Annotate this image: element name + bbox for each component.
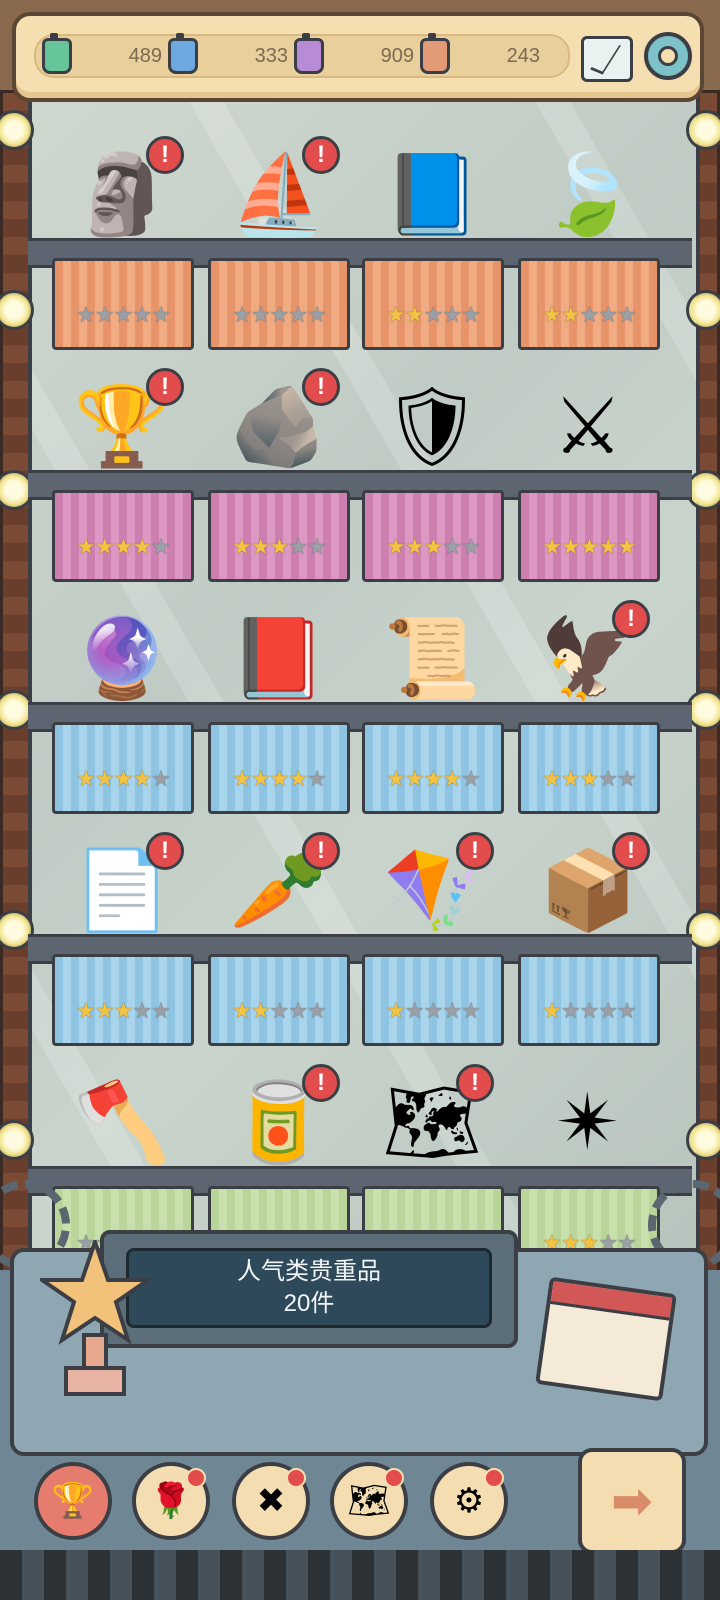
- collection-slot[interactable]: ⚔ ★★★★★: [514, 352, 664, 582]
- iron-throne-icon[interactable]: ⚔: [534, 368, 642, 484]
- collection-slot[interactable]: ✴ ★★★★★: [514, 1048, 664, 1278]
- gear-icon: ⚙: [453, 1482, 485, 1520]
- alert-badge-icon: !: [612, 832, 650, 870]
- resource-green: 489: [42, 33, 168, 76]
- resource-purple: 909: [294, 33, 420, 76]
- star-rating: ★★★★★: [232, 998, 327, 1023]
- ink-bottle-icon: [294, 33, 324, 74]
- star-rating: ★★★★★: [232, 534, 327, 559]
- star-rating: ★★★★★: [542, 998, 637, 1023]
- collection-label-board: 人气类贵重品 20件: [100, 1230, 518, 1348]
- light-bulb: [686, 1120, 720, 1160]
- collection-slot[interactable]: 🍃 ★★★★★: [514, 120, 664, 350]
- floor-bars: [0, 1550, 720, 1600]
- resource-value: 909: [380, 44, 414, 67]
- alert-badge-icon: !: [302, 136, 340, 174]
- heraldic-shield-icon[interactable]: 🛡: [378, 368, 486, 484]
- collection-slot[interactable]: 🦅 ★★★★★!: [514, 584, 664, 814]
- light-bulb: [686, 110, 720, 150]
- star-rating: ★★★★★: [232, 766, 327, 791]
- crystal-ball-icon[interactable]: 🔮: [68, 600, 176, 716]
- star-rating: ★★★★★: [386, 534, 481, 559]
- alert-badge-icon: !: [302, 1064, 340, 1102]
- resource-bar: 489 333 909 243: [12, 12, 704, 102]
- alert-badge-icon: !: [302, 832, 340, 870]
- collection-slot[interactable]: 📦 ★★★★★!: [514, 816, 664, 1046]
- alert-badge-icon: !: [146, 368, 184, 406]
- calendar-icon[interactable]: [535, 1276, 677, 1402]
- collection-slot[interactable]: 📘 ★★★★★: [358, 120, 508, 350]
- map-icon: 🗺: [347, 1482, 391, 1520]
- collection-slot[interactable]: 🔮 ★★★★★: [48, 584, 198, 814]
- alert-badge-icon: !: [456, 832, 494, 870]
- collection-count-label: 20件: [283, 1290, 335, 1317]
- star-rating: ★★★★★: [386, 302, 481, 327]
- notification-dot: [484, 1468, 504, 1488]
- alert-badge-icon: !: [456, 1064, 494, 1102]
- notification-dot: [286, 1468, 306, 1488]
- star-rating: ★★★★★: [76, 766, 171, 791]
- collection-category-label: 人气类贵重品: [237, 1258, 381, 1285]
- resource-value: 333: [254, 44, 288, 67]
- resource-value: 243: [506, 44, 540, 67]
- collection-slot[interactable]: 📜 ★★★★★: [358, 584, 508, 814]
- resource-orange: 243: [420, 33, 546, 76]
- leaf-icon[interactable]: 🍃: [534, 136, 642, 252]
- ink-bottle-icon: [42, 33, 72, 74]
- settings-gear-icon[interactable]: [644, 32, 692, 80]
- nav-button-rose[interactable]: 🌹: [132, 1462, 210, 1540]
- star-rating: ★★★★★: [76, 302, 171, 327]
- notification-dot: [384, 1468, 404, 1488]
- collection-slot[interactable]: ⛵ ★★★★★!: [204, 120, 354, 350]
- star-rating: ★★★★★: [76, 534, 171, 559]
- guillotine-icon[interactable]: 🪓: [68, 1064, 176, 1180]
- nav-button-crossed-tools[interactable]: ✖: [232, 1462, 310, 1540]
- alert-badge-icon: !: [146, 832, 184, 870]
- resource-value: 489: [128, 44, 162, 67]
- collection-slot[interactable]: 🛡 ★★★★★: [358, 352, 508, 582]
- book-eagle-icon[interactable]: 📘: [378, 136, 486, 252]
- nav-button-gear[interactable]: ⚙: [430, 1462, 508, 1540]
- star-rating: ★★★★★: [386, 998, 481, 1023]
- star-rating: ★★★★★: [386, 766, 481, 791]
- shuriken-icon[interactable]: ✴: [534, 1064, 642, 1180]
- crossed-tools-icon: ✖: [256, 1482, 286, 1520]
- alert-badge-icon: !: [146, 136, 184, 174]
- open-scroll-icon[interactable]: 📜: [378, 600, 486, 716]
- light-bulb: [686, 290, 720, 330]
- star-rating: ★★★★★: [232, 302, 327, 327]
- resource-pill: 489 333 909 243: [34, 33, 570, 78]
- ink-bottle-icon: [420, 33, 450, 74]
- resource-blue: 333: [168, 33, 294, 76]
- collection-slot[interactable]: 📄 ★★★★★!: [48, 816, 198, 1046]
- dark-book-icon[interactable]: 📕: [224, 600, 332, 716]
- alert-badge-icon: !: [302, 368, 340, 406]
- arrow-right-icon: ➡: [611, 1473, 653, 1529]
- star-rating: ★★★★★: [542, 534, 637, 559]
- nav-button-map[interactable]: 🗺: [330, 1462, 408, 1540]
- star-rating: ★★★★★: [542, 766, 637, 791]
- collection-slot[interactable]: 🪁 ★★★★★!: [358, 816, 508, 1046]
- collection-slot[interactable]: 🥕 ★★★★★!: [204, 816, 354, 1046]
- ink-bottle-icon: [168, 33, 198, 74]
- trophy-icon: 🏆: [51, 1482, 95, 1520]
- collection-slot[interactable]: 🏆 ★★★★★!: [48, 352, 198, 582]
- rose-icon: 🌹: [149, 1482, 193, 1520]
- star-rating: ★★★★★: [542, 302, 637, 327]
- next-page-button[interactable]: ➡: [578, 1448, 686, 1554]
- nav-button-trophy[interactable]: 🏆: [34, 1462, 112, 1540]
- star-rating: ★★★★★: [76, 998, 171, 1023]
- collection-slot[interactable]: 📕 ★★★★★: [204, 584, 354, 814]
- notification-dot: [186, 1468, 206, 1488]
- mail-icon[interactable]: [581, 36, 633, 82]
- collection-slot[interactable]: 🪨 ★★★★★!: [204, 352, 354, 582]
- star-trophy-icon[interactable]: [40, 1240, 150, 1400]
- collection-slot[interactable]: 🗿 ★★★★★!: [48, 120, 198, 350]
- alert-badge-icon: !: [612, 600, 650, 638]
